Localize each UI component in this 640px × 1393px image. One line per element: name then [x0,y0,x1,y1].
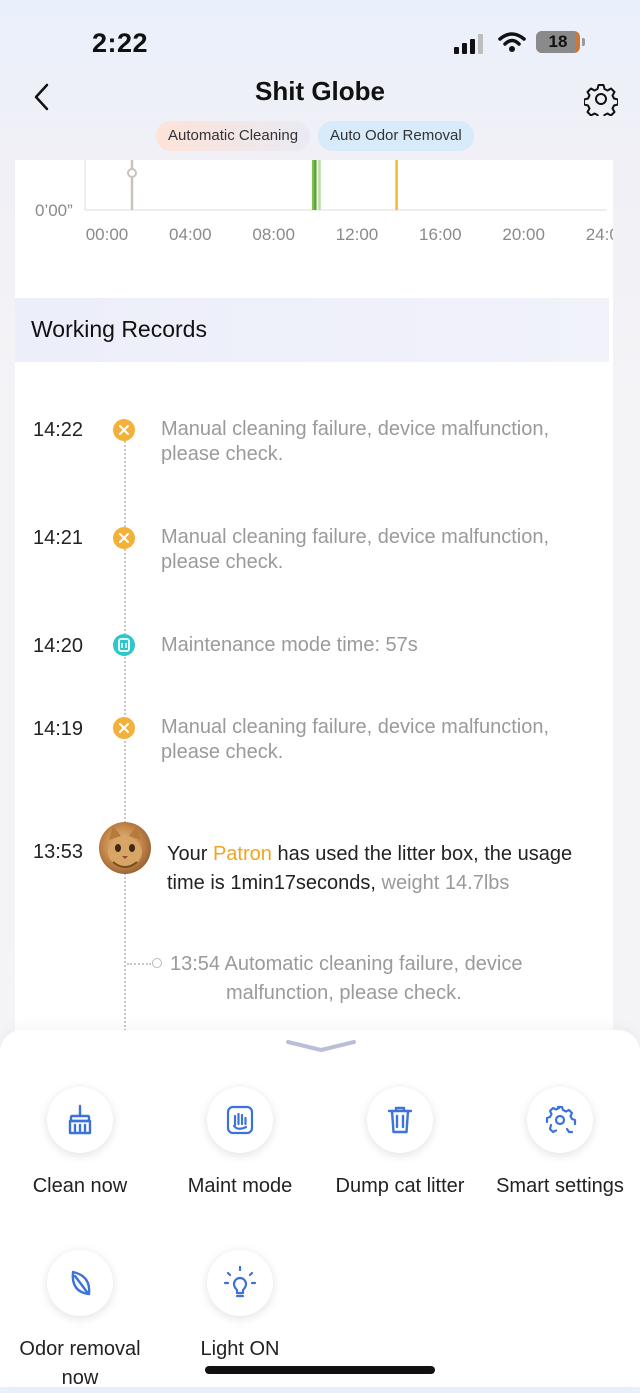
chart-y-tick-label: 0’00” [35,201,73,220]
dump-cat-litter-label: Dump cat litter [335,1175,465,1197]
usage-timeline-chart: 0’00” 00:00 04:00 08:00 12:00 16:00 20:00 24:00 [35,160,613,244]
mode-tag-odor-removal: Auto Odor Removal [318,121,474,151]
sub-record-connector [127,963,151,965]
record-text: Manual cleaning failure, device malfunct… [161,526,549,573]
chart-x-tick-label: 24:00 [586,225,613,244]
record-time: 14:22 [33,419,84,441]
sub-record-text: 13:54 Automatic cleaning failure, device… [170,950,590,1008]
bulb-icon [207,1250,273,1316]
usage-record-text: Your Patron has used the litter box, the… [167,840,607,898]
odor-removal-label: Odor removal now [19,1338,141,1389]
dump-cat-litter-button[interactable]: Dump cat litter [325,1087,475,1201]
error-status-icon [113,419,135,441]
battery-icon: 18 [536,31,585,53]
sub-record-line2: malfunction, please check. [226,982,462,1004]
smart-settings-button[interactable]: Smart settings [487,1087,633,1201]
cellular-signal-icon [454,34,483,54]
record-time: 14:19 [33,718,84,740]
page-title: Shit Globe [255,76,385,106]
error-status-icon [113,717,135,739]
leaf-icon [47,1250,113,1316]
record-text: Manual cleaning failure, device malfunct… [161,716,549,763]
sub-record-line1: 13:54 Automatic cleaning failure, device [170,953,523,975]
battery-level: 18 [548,32,568,51]
home-indicator[interactable] [205,1366,435,1374]
chart-x-tick-label: 16:00 [419,225,462,244]
chart-x-tick-label: 20:00 [502,225,545,244]
light-on-label: Light ON [200,1338,280,1360]
maint-mode-label: Maint mode [187,1175,293,1197]
settings-gear-icon[interactable] [584,82,618,116]
light-on-button[interactable]: Light ON [170,1250,310,1364]
chart-x-tick-label: 04:00 [169,225,212,244]
cat-avatar[interactable] [99,822,151,874]
chart-event-marker [127,168,137,178]
action-panel: Clean now Maint mode Dump cat litter Sma… [0,1030,640,1389]
record-time: 14:21 [33,527,84,549]
smart-gear-icon [527,1087,593,1153]
records-card: 0’00” 00:00 04:00 08:00 12:00 16:00 20:00 24:00… [15,160,613,1040]
record-text: Manual cleaning failure, device malfunct… [161,418,549,465]
hand-icon [207,1087,273,1153]
pet-name-link[interactable]: Patron [213,843,272,865]
trash-icon [367,1087,433,1153]
clean-now-label: Clean now [32,1175,128,1197]
odor-removal-button[interactable]: Odor removal now [10,1250,150,1393]
usage-weight: weight 14.7lbs [375,872,510,894]
status-bar: 2:22 18 [0,0,640,80]
maintenance-status-icon [113,634,135,656]
status-time: 2:22 [92,28,149,58]
record-time: 13:53 [33,841,84,863]
maint-mode-button[interactable]: Maint mode [170,1087,310,1201]
sub-record-dot [152,958,162,968]
working-records-title: Working Records [31,316,207,342]
usage-prefix: Your [167,843,213,865]
collapse-chevron-icon[interactable] [286,1038,356,1054]
mode-tag-automatic-cleaning: Automatic Cleaning [156,121,311,151]
chart-x-tick-label: 00:00 [86,225,129,244]
smart-settings-label: Smart settings [496,1175,624,1197]
chart-x-tick-label: 12:00 [336,225,379,244]
clean-now-button[interactable]: Clean now [10,1087,150,1201]
record-text: Maintenance mode time: 57s [161,634,418,656]
broom-icon [47,1087,113,1153]
record-time: 14:20 [33,635,84,657]
error-status-icon [113,527,135,549]
working-records-header: Working Records [15,298,609,362]
chart-x-tick-label: 08:00 [252,225,295,244]
wifi-icon [498,32,526,52]
